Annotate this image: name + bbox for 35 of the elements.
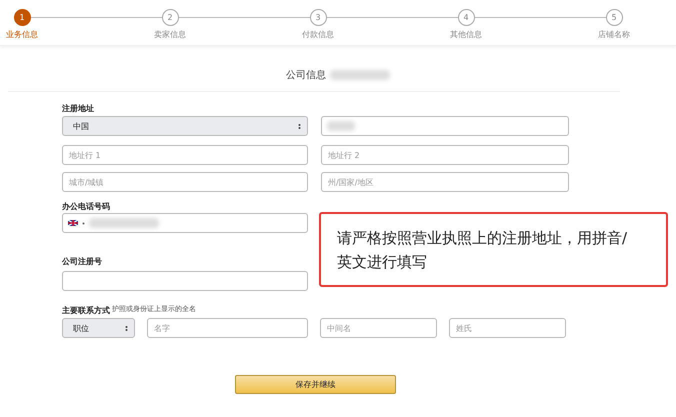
redacted-text	[327, 121, 355, 131]
input-field[interactable]: 州/国家/地区	[321, 172, 569, 192]
title-select[interactable]: 职位	[62, 318, 135, 338]
input-field[interactable]: 地址行 1	[62, 145, 308, 165]
step-number[interactable]: 1	[14, 9, 30, 26]
section-heading: 公司信息	[286, 68, 326, 82]
input-field[interactable]: 中间名	[320, 318, 437, 338]
step-label: 店铺名称	[598, 29, 630, 40]
dropdown-arrows-icon	[298, 122, 301, 130]
dropdown-arrows-icon	[125, 324, 128, 332]
step-number[interactable]: 4	[458, 9, 474, 26]
field-label: 注册地址	[62, 102, 94, 114]
step-label: 业务信息	[6, 29, 38, 40]
input-field[interactable]	[321, 116, 569, 136]
redacted-text	[330, 70, 390, 80]
input-field[interactable]: 名字	[147, 318, 308, 338]
input-field[interactable]: 地址行 2	[321, 145, 569, 165]
field-label: 公司注册号	[62, 256, 102, 267]
step-label: 其他信息	[450, 29, 482, 40]
step-number[interactable]: 2	[162, 9, 178, 26]
save-continue-button[interactable]: 保存并继续	[235, 375, 396, 394]
step-number[interactable]: 5	[606, 9, 622, 26]
step-number[interactable]: 3	[310, 9, 326, 26]
callout-note: 请严格按照营业执照上的注册地址，用拼音/英文进行填写	[319, 212, 668, 287]
input-field[interactable]: 姓氏	[449, 318, 566, 338]
input-field[interactable]	[62, 271, 308, 291]
redacted-text	[89, 218, 159, 228]
step-label: 付款信息	[302, 29, 334, 40]
phone-field[interactable]	[62, 213, 308, 233]
input-field[interactable]: 城市/城镇	[62, 172, 308, 192]
step-label: 卖家信息	[154, 29, 186, 40]
country-select[interactable]: 中国	[62, 116, 308, 136]
field-label: 办公电话号码	[62, 200, 110, 212]
flag-icon	[68, 220, 78, 226]
field-label: 主要联系方式	[62, 304, 110, 316]
